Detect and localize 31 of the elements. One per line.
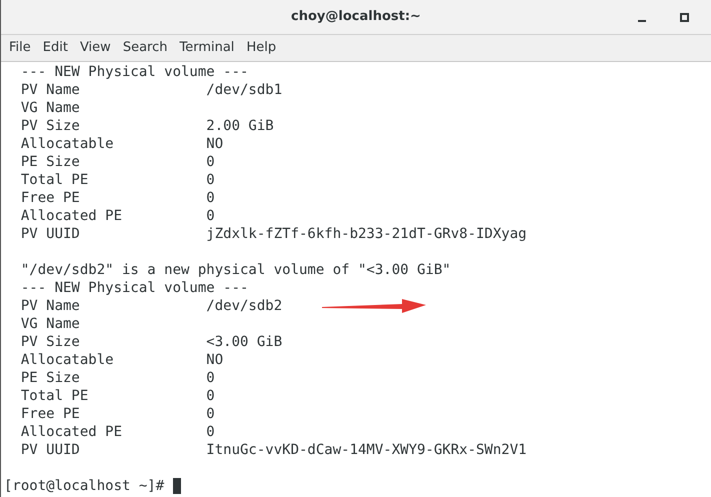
- menu-item[interactable]: File: [3, 38, 37, 58]
- menu-item[interactable]: Help: [240, 38, 282, 58]
- output-line: VG Name: [20, 315, 80, 333]
- output-line: PV UUID jZdxlk-fZTf-6kfh-b233-21dT-GRv8-IDXyag: [20, 225, 527, 243]
- text-cursor: [172, 478, 181, 494]
- output-line: PV UUID ItnuGc-vvKD-dCaw-14MV-XWY9-GKRx-SWn2V1: [20, 441, 527, 459]
- output-line: PE Size 0: [20, 153, 215, 171]
- output-line: Allocated PE 0: [20, 207, 215, 225]
- output-line: Total PE 0: [20, 171, 215, 189]
- output-line: PV Name /dev/sdb2: [20, 297, 282, 315]
- menu-item[interactable]: Edit: [36, 38, 74, 58]
- output-line: Free PE 0: [20, 405, 215, 423]
- output-line: Allocatable NO: [20, 351, 224, 369]
- output-line: "/dev/sdb2" is a new physical volume of "<3.00 GiB": [20, 261, 451, 279]
- output-line: --- NEW Physical volume ---: [20, 63, 248, 81]
- output-line: PV Size 2.00 GiB: [20, 117, 274, 135]
- maximize-button[interactable]: [677, 10, 691, 24]
- shell-prompt: [root@localhost ~]#: [4, 477, 166, 495]
- menu-item[interactable]: View: [74, 38, 117, 58]
- output-line: Free PE 0: [20, 189, 215, 207]
- window-title: choy@localhost:~: [291, 8, 421, 26]
- output-line: VG Name: [20, 99, 80, 117]
- output-line: PE Size 0: [20, 369, 215, 387]
- output-line: Allocatable NO: [20, 135, 224, 153]
- output-line: PV Name /dev/sdb1: [20, 81, 282, 99]
- output-line: Total PE 0: [20, 387, 215, 405]
- output-line: Allocated PE 0: [20, 423, 215, 441]
- output-line: PV Size <3.00 GiB: [20, 333, 282, 351]
- menu-item[interactable]: Terminal: [173, 38, 240, 58]
- output-line: --- NEW Physical volume ---: [20, 279, 248, 297]
- menu-item[interactable]: Search: [116, 38, 174, 58]
